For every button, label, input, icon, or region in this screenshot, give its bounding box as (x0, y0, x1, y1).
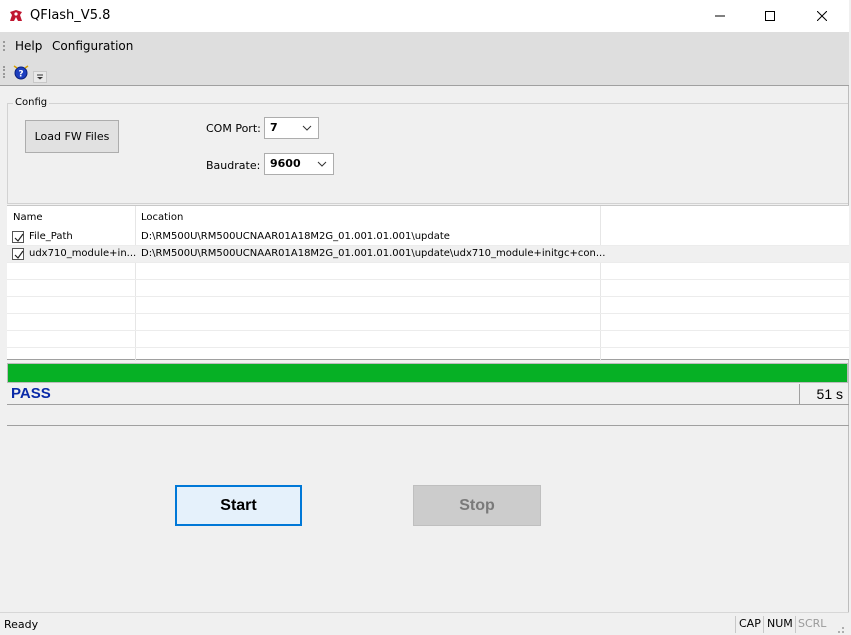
caps-lock-indicator: CAP (739, 617, 761, 630)
row-location: D:\RM500U\RM500UCNAAR01A18M2G_01.001.01.… (141, 231, 450, 242)
com-port-select[interactable]: 7 (264, 117, 319, 139)
message-row (7, 406, 849, 426)
toolbar-grip-icon (3, 66, 5, 78)
load-fw-files-button[interactable]: Load FW Files (25, 120, 119, 153)
baudrate-label: Baudrate: (206, 159, 261, 172)
chevron-down-icon (317, 159, 327, 169)
status-separator (795, 616, 796, 633)
checkmark-icon (14, 233, 24, 242)
baudrate-select[interactable]: 9600 (264, 153, 334, 175)
minimize-icon (715, 15, 725, 17)
empty-row (7, 297, 849, 314)
stop-button[interactable]: Stop (413, 485, 541, 526)
chevron-down-icon (302, 123, 312, 133)
row-checkbox[interactable] (12, 231, 24, 243)
firmware-file-list: Name Location File_Path D:\RM500U\RM500U… (7, 205, 849, 361)
progress-fill (8, 364, 847, 382)
column-header-name[interactable]: Name (13, 212, 43, 223)
toolbar: ? (0, 58, 849, 86)
chevron-down-icon[interactable] (33, 71, 47, 83)
status-separator (735, 616, 736, 633)
start-button[interactable]: Start (175, 485, 302, 526)
result-status: PASS (11, 385, 51, 402)
menu-configuration[interactable]: Configuration (52, 39, 133, 53)
scroll-lock-indicator: SCRL (798, 617, 827, 630)
menu-grip-icon (3, 41, 5, 51)
progress-bar (7, 363, 848, 383)
app-window: QFlash_V5.8 Help Configuration ? Config … (0, 0, 849, 635)
empty-row (7, 331, 849, 348)
svg-text:?: ? (18, 70, 23, 80)
table-row[interactable]: udx710_module+in... D:\RM500U\RM500UCNAA… (7, 246, 849, 263)
window-title: QFlash_V5.8 (30, 8, 111, 23)
title-bar[interactable]: QFlash_V5.8 (0, 0, 849, 32)
table-row[interactable]: File_Path D:\RM500U\RM500UCNAAR01A18M2G_… (7, 229, 849, 246)
status-separator (763, 616, 764, 633)
status-ready: Ready (4, 618, 39, 631)
column-header-location[interactable]: Location (141, 212, 183, 223)
result-row: PASS 51 s (7, 384, 849, 405)
config-legend: Config (13, 97, 50, 108)
status-bar: Ready CAP NUM SCRL (0, 612, 849, 635)
maximize-button[interactable] (747, 0, 793, 32)
qflash-logo-icon (8, 9, 24, 23)
empty-row (7, 263, 849, 280)
row-location: D:\RM500U\RM500UCNAAR01A18M2G_01.001.01.… (141, 248, 606, 259)
minimize-button[interactable] (697, 0, 743, 32)
com-port-label: COM Port: (206, 122, 261, 135)
row-checkbox[interactable] (12, 248, 24, 260)
num-lock-indicator: NUM (767, 617, 793, 630)
empty-row (7, 314, 849, 331)
row-name: File_Path (29, 231, 73, 242)
resize-grip-icon[interactable] (833, 622, 845, 634)
config-group (7, 103, 848, 204)
maximize-icon (765, 11, 775, 21)
com-port-value: 7 (270, 121, 278, 134)
checkmark-icon (14, 250, 24, 259)
empty-row (7, 280, 849, 297)
help-question-icon[interactable]: ? (12, 63, 30, 81)
elapsed-time: 51 s (799, 384, 849, 405)
row-name: udx710_module+in... (29, 248, 137, 259)
menu-bar: Help Configuration (0, 32, 849, 58)
close-button[interactable] (799, 0, 845, 32)
baudrate-value: 9600 (270, 157, 301, 170)
menu-help[interactable]: Help (15, 39, 42, 53)
close-icon (817, 11, 827, 21)
